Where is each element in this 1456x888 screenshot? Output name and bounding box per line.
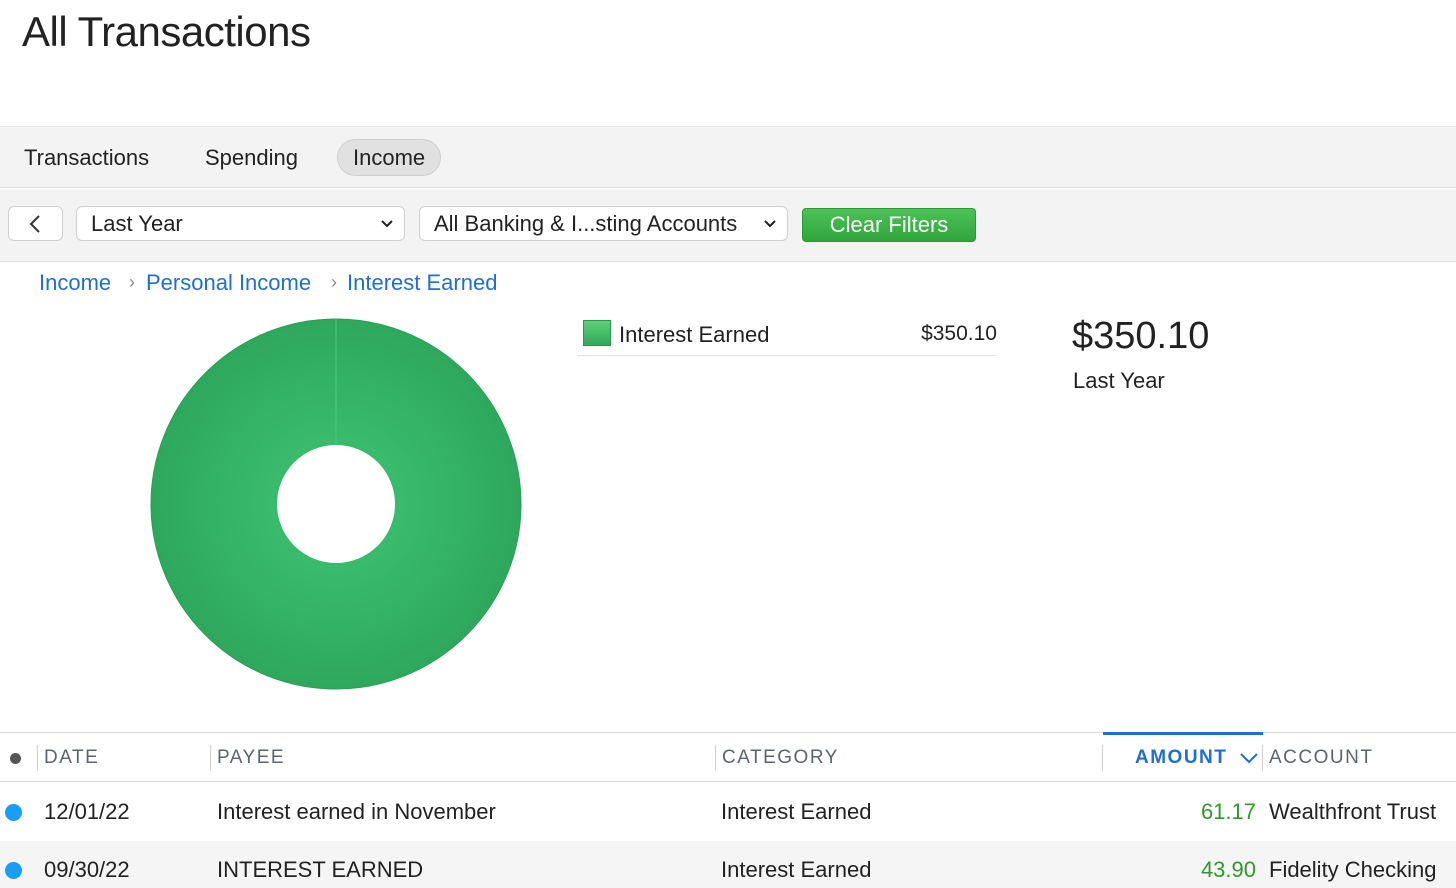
chevron-left-icon [29,215,40,233]
row-account: Fidelity Checking [1269,857,1437,882]
row-payee: INTEREST EARNED [217,857,424,882]
row-date: 12/01/22 [44,799,130,824]
legend-value: $350.10 [921,322,997,345]
total-period: Last Year [1073,368,1165,393]
breadcrumb-separator-icon: › [331,272,337,292]
column-amount-label: AMOUNT [1135,747,1228,768]
chevron-down-icon [381,220,393,228]
accounts-select-value: All Banking & I...sting Accounts [434,211,738,236]
sort-descending-icon [1240,753,1258,764]
back-button[interactable] [8,206,63,241]
unread-dot-icon [5,804,22,821]
table-row[interactable]: 12/01/22 Interest earned in November Int… [0,783,1456,841]
row-category: Interest Earned [721,799,872,824]
view-tabs: Transactions Spending Income [0,126,1456,188]
filter-bar: Last Year All Banking & I...sting Accoun… [0,189,1456,262]
chevron-down-icon [764,220,776,228]
row-amount: 61.17 [1200,799,1256,824]
table-header: DATE PAYEE CATEGORY AMOUNT ACCOUNT [0,732,1456,782]
accounts-select[interactable]: All Banking & I...sting Accounts [419,206,788,241]
breadcrumb-personal-income[interactable]: Personal Income [146,270,311,296]
tab-spending[interactable]: Spending [190,139,313,176]
column-payee[interactable]: PAYEE [210,745,285,771]
donut-hole [277,445,395,563]
page-title: All Transactions [22,8,311,55]
row-date: 09/30/22 [44,857,130,882]
legend-swatch [583,320,611,346]
period-select-value: Last Year [91,211,183,236]
breadcrumb-separator-icon: › [129,272,135,292]
income-donut-chart [150,318,522,690]
row-amount: 43.90 [1200,857,1256,882]
table-row[interactable]: 09/30/22 INTEREST EARNED Interest Earned… [0,841,1456,888]
legend-label: Interest Earned [619,322,770,347]
breadcrumb-income[interactable]: Income [39,270,111,296]
column-account[interactable]: ACCOUNT [1262,745,1373,771]
status-column-dot-icon [10,753,21,764]
row-account: Wealthfront Trust [1269,799,1437,824]
column-category[interactable]: CATEGORY [715,745,839,771]
tab-transactions[interactable]: Transactions [9,139,164,176]
clear-filters-button[interactable]: Clear Filters [802,208,976,242]
breadcrumb-interest-earned[interactable]: Interest Earned [347,270,497,296]
row-payee: Interest earned in November [217,799,496,824]
sort-indicator-bar [1103,732,1263,735]
legend-item[interactable]: Interest Earned $350.10 [577,316,997,356]
column-amount[interactable]: AMOUNT [1102,745,1262,771]
column-date[interactable]: DATE [37,745,99,771]
row-category: Interest Earned [721,857,872,882]
period-select[interactable]: Last Year [76,206,405,241]
unread-dot-icon [5,862,22,879]
total-amount: $350.10 [1072,315,1210,357]
tab-income[interactable]: Income [337,139,442,176]
